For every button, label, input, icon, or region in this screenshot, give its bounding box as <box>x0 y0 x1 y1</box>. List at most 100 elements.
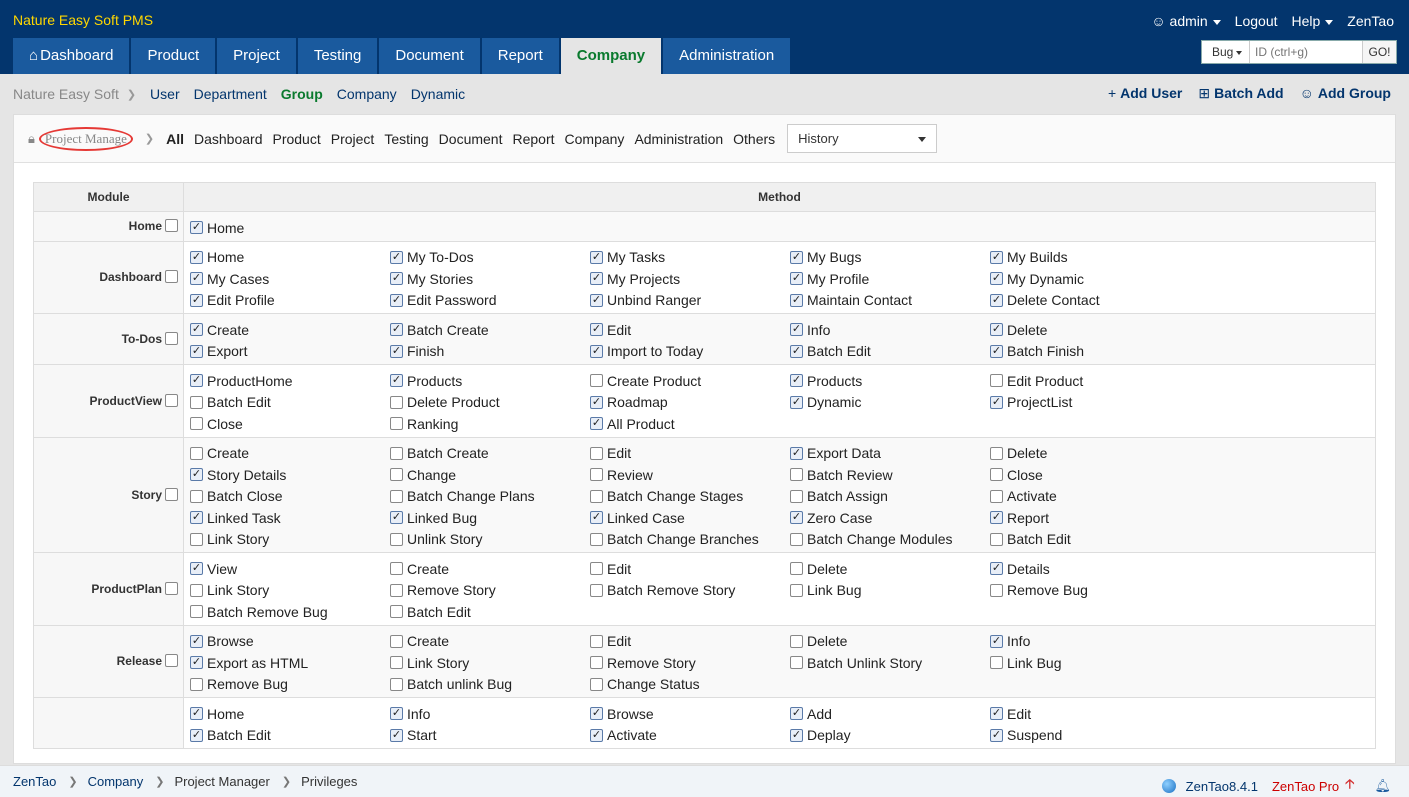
checked-checkbox[interactable]: ✓ <box>190 374 203 388</box>
privilege-item[interactable]: Link Bug <box>790 580 990 602</box>
privilege-item[interactable]: Close <box>190 413 390 435</box>
privilege-item[interactable]: Change <box>390 464 590 486</box>
privilege-item[interactable]: ✓ Products <box>790 370 990 392</box>
privilege-item[interactable]: Review <box>590 464 790 486</box>
brand-name[interactable]: Nature Easy Soft PMS <box>13 12 153 28</box>
nav-tab-product[interactable]: Product <box>131 38 216 74</box>
unchecked-checkbox[interactable] <box>990 489 1003 503</box>
unchecked-checkbox[interactable] <box>390 395 403 409</box>
filter-document[interactable]: Document <box>439 131 503 147</box>
privilege-item[interactable]: Batch Edit <box>190 392 390 414</box>
checked-checkbox[interactable]: ✓ <box>390 323 403 337</box>
unchecked-checkbox[interactable] <box>990 468 1003 482</box>
privilege-item[interactable]: ✓ Batch Create <box>390 319 590 341</box>
nav-tab-project[interactable]: Project <box>217 38 296 74</box>
privilege-item[interactable]: ✓ Linked Case <box>590 507 790 529</box>
unchecked-checkbox[interactable] <box>390 489 403 503</box>
checked-checkbox[interactable]: ✓ <box>990 250 1003 264</box>
privilege-item[interactable]: ✓ My Bugs <box>790 247 990 269</box>
privilege-item[interactable]: Delete <box>790 631 990 653</box>
filter-product[interactable]: Product <box>272 131 320 147</box>
privilege-item[interactable]: ✓ Start <box>390 725 590 747</box>
help-menu[interactable]: Help <box>1292 13 1334 29</box>
privilege-item[interactable]: ✓ My Stories <box>390 268 590 290</box>
privilege-item[interactable]: Batch Change Plans <box>390 486 590 508</box>
unchecked-checkbox[interactable] <box>190 677 203 691</box>
privilege-item[interactable]: Batch Edit <box>390 601 590 623</box>
unchecked-checkbox[interactable] <box>190 605 203 619</box>
privilege-item[interactable]: Edit <box>590 443 790 465</box>
breadcrumb-company[interactable]: Nature Easy Soft <box>13 86 119 102</box>
privilege-item[interactable]: ✓ Add <box>790 703 990 725</box>
checked-checkbox[interactable]: ✓ <box>790 344 803 358</box>
checked-checkbox[interactable]: ✓ <box>590 323 603 337</box>
privilege-item[interactable]: ✓ Suspend <box>990 725 1190 747</box>
module-checkbox[interactable] <box>165 581 178 595</box>
privilege-item[interactable]: ✓ Edit Profile <box>190 290 390 312</box>
privilege-item[interactable]: ✓ Info <box>790 319 990 341</box>
checked-checkbox[interactable]: ✓ <box>390 707 403 721</box>
privilege-item[interactable]: ✓ Home <box>190 217 390 239</box>
checked-checkbox[interactable]: ✓ <box>390 344 403 358</box>
unchecked-checkbox[interactable] <box>790 489 803 503</box>
privilege-item[interactable]: Remove Story <box>590 652 790 674</box>
checked-checkbox[interactable]: ✓ <box>790 323 803 337</box>
bell-icon[interactable]: 🔔︎ <box>1374 778 1391 794</box>
privilege-item[interactable]: ✓ Home <box>190 247 390 269</box>
privilege-item[interactable]: ✓ View <box>190 558 390 580</box>
unchecked-checkbox[interactable] <box>590 634 603 648</box>
privilege-item[interactable]: Ranking <box>390 413 590 435</box>
unchecked-checkbox[interactable] <box>390 417 403 431</box>
unchecked-checkbox[interactable] <box>390 468 403 482</box>
privilege-item[interactable]: Remove Bug <box>190 674 390 696</box>
checked-checkbox[interactable]: ✓ <box>990 511 1003 525</box>
checked-checkbox[interactable]: ✓ <box>990 562 1003 576</box>
checked-checkbox[interactable]: ✓ <box>990 293 1003 307</box>
unchecked-checkbox[interactable] <box>990 656 1003 670</box>
unchecked-checkbox[interactable] <box>590 583 603 597</box>
unchecked-checkbox[interactable] <box>990 374 1003 388</box>
unchecked-checkbox[interactable] <box>390 532 403 546</box>
module-checkbox[interactable] <box>165 219 178 233</box>
checked-checkbox[interactable]: ✓ <box>190 707 203 721</box>
checked-checkbox[interactable]: ✓ <box>790 728 803 742</box>
checked-checkbox[interactable]: ✓ <box>390 374 403 388</box>
filter-others[interactable]: Others <box>733 131 775 147</box>
privilege-item[interactable]: Activate <box>990 486 1190 508</box>
module-checkbox[interactable] <box>165 332 178 345</box>
checked-checkbox[interactable]: ✓ <box>990 728 1003 742</box>
privilege-item[interactable]: Batch unlink Bug <box>390 674 590 696</box>
privilege-item[interactable]: ✓ Edit Password <box>390 290 590 312</box>
privilege-item[interactable]: ✓ Unbind Ranger <box>590 290 790 312</box>
checked-checkbox[interactable]: ✓ <box>190 293 203 307</box>
privilege-item[interactable]: Delete <box>790 558 990 580</box>
privilege-item[interactable]: ✓ My Cases <box>190 268 390 290</box>
unchecked-checkbox[interactable] <box>990 446 1003 460</box>
privilege-item[interactable]: ✓ Info <box>390 703 590 725</box>
history-select[interactable]: History <box>787 124 938 153</box>
privilege-item[interactable]: Create Product <box>590 370 790 392</box>
privilege-item[interactable]: ✓ Browse <box>190 631 390 653</box>
privilege-item[interactable]: Link Story <box>390 652 590 674</box>
unchecked-checkbox[interactable] <box>790 583 803 597</box>
checked-checkbox[interactable]: ✓ <box>590 250 603 264</box>
checked-checkbox[interactable]: ✓ <box>190 656 203 670</box>
module-checkbox[interactable] <box>165 270 178 284</box>
privilege-item[interactable]: Batch Remove Bug <box>190 601 390 623</box>
nav-tab-administration[interactable]: Administration <box>663 38 791 74</box>
zentao-link[interactable]: ZenTao <box>1347 13 1394 29</box>
privilege-item[interactable]: Batch Create <box>390 443 590 465</box>
pro-link[interactable]: ZenTao Pro <box>1272 779 1339 794</box>
privilege-item[interactable]: Batch Edit <box>990 529 1190 551</box>
checked-checkbox[interactable]: ✓ <box>790 374 803 388</box>
checked-checkbox[interactable]: ✓ <box>190 728 203 742</box>
privilege-item[interactable]: ✓ Maintain Contact <box>790 290 990 312</box>
privilege-item[interactable]: Remove Bug <box>990 580 1190 602</box>
search-go-button[interactable]: GO! <box>1362 41 1396 63</box>
privilege-item[interactable]: ✓ Deplay <box>790 725 990 747</box>
checked-checkbox[interactable]: ✓ <box>590 511 603 525</box>
subnav-link-user[interactable]: User <box>150 86 180 102</box>
checked-checkbox[interactable]: ✓ <box>390 272 403 286</box>
unchecked-checkbox[interactable] <box>390 583 403 597</box>
privilege-item[interactable]: ✓ Details <box>990 558 1190 580</box>
